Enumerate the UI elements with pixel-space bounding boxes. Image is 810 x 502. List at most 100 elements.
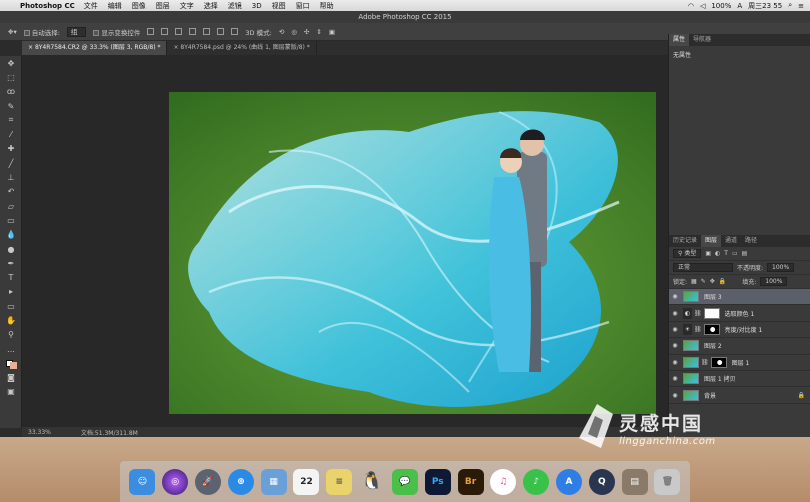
pen-tool-icon[interactable]: ✒ xyxy=(0,256,22,270)
search-icon[interactable]: ⌕ xyxy=(788,1,792,10)
photoshop-icon[interactable]: Ps xyxy=(424,468,451,495)
bridge-icon[interactable]: Br xyxy=(457,468,484,495)
eye-icon[interactable]: ◉ xyxy=(669,342,681,349)
marquee-tool-icon[interactable]: ⬚ xyxy=(0,70,22,84)
dodge-tool-icon[interactable]: ● xyxy=(0,242,22,256)
menu-edit[interactable]: 编辑 xyxy=(108,1,122,11)
preview-icon[interactable]: ▦ xyxy=(260,468,287,495)
calendar-icon[interactable]: 22 xyxy=(293,468,320,495)
healing-tool-icon[interactable]: ✚ xyxy=(0,142,22,156)
safari-icon[interactable]: ⊕ xyxy=(227,468,254,495)
eye-icon[interactable]: ◉ xyxy=(669,375,681,382)
eraser-tool-icon[interactable]: ▱ xyxy=(0,199,22,213)
finder-icon[interactable]: ☺ xyxy=(129,468,156,495)
tab-history[interactable]: 历史记录 xyxy=(669,235,701,247)
menu-view[interactable]: 视图 xyxy=(272,1,286,11)
show-transform-checkbox[interactable] xyxy=(93,29,100,36)
hand-tool-icon[interactable]: ✋ xyxy=(0,313,22,327)
layer-row[interactable]: ◉ 图层 2 xyxy=(669,338,810,355)
tab-paths[interactable]: 路径 xyxy=(741,235,761,247)
tab-document-2[interactable]: × 8Y4R7584.psd @ 24% (曲线 1, 图层蒙版/8) * xyxy=(167,41,317,55)
blend-mode-dropdown[interactable]: 正常 xyxy=(673,263,733,272)
scale3d-icon[interactable]: ▣ xyxy=(329,28,335,36)
align-right-icon[interactable] xyxy=(217,28,225,35)
menu-type[interactable]: 文字 xyxy=(180,1,194,11)
blur-tool-icon[interactable]: 💧 xyxy=(0,228,22,242)
clone-stamp-tool-icon[interactable]: ⊥ xyxy=(0,170,22,184)
menu-layer[interactable]: 图层 xyxy=(156,1,170,11)
menu-image[interactable]: 图像 xyxy=(132,1,146,11)
app-name-menu[interactable]: Photoshop CC xyxy=(20,2,75,10)
appstore-icon[interactable]: A xyxy=(555,468,582,495)
itunes-icon[interactable]: ♫ xyxy=(490,468,517,495)
canvas-area[interactable] xyxy=(22,55,668,429)
fill-input[interactable]: 100% xyxy=(760,277,788,286)
auto-select-checkbox[interactable] xyxy=(23,29,30,36)
tab-channels[interactable]: 通道 xyxy=(721,235,741,247)
crop-tool-icon[interactable]: ⌗ xyxy=(0,113,22,127)
input-method-icon[interactable]: A xyxy=(737,2,742,10)
slide3d-icon[interactable]: ⇕ xyxy=(316,28,321,36)
layer-row[interactable]: ◉ ☀ ⛓ 亮度/对比度 1 xyxy=(669,322,810,339)
trash-icon[interactable]: 🗑 xyxy=(654,468,681,495)
eye-icon[interactable]: ◉ xyxy=(669,359,681,366)
close-icon[interactable]: × xyxy=(28,44,35,51)
music-icon[interactable]: ♪ xyxy=(523,468,550,495)
menu-select[interactable]: 选择 xyxy=(204,1,218,11)
align-center-icon[interactable] xyxy=(203,28,211,35)
layer-row[interactable]: ◉ 图层 3 xyxy=(669,289,810,306)
screen-mode-icon[interactable]: ▣ xyxy=(0,385,22,399)
move-tool-icon[interactable]: ✥▾ xyxy=(8,28,17,36)
eye-icon[interactable]: ◉ xyxy=(669,310,681,317)
distribute-icon[interactable] xyxy=(231,28,239,35)
lock-position-icon[interactable]: ✥ xyxy=(710,278,715,285)
align-top-icon[interactable] xyxy=(147,28,155,35)
photos-stack-icon[interactable]: ▤ xyxy=(621,468,648,495)
menu-window[interactable]: 窗口 xyxy=(296,1,310,11)
auto-select-dropdown[interactable]: 组 xyxy=(66,26,87,37)
tab-layers[interactable]: 图层 xyxy=(701,235,722,247)
layer-filter-dropdown[interactable]: ⚲ 类型 xyxy=(673,249,702,258)
lock-transparency-icon[interactable]: ▦ xyxy=(691,278,697,285)
opacity-input[interactable]: 100% xyxy=(767,263,795,272)
lasso-tool-icon[interactable]: ꝏ xyxy=(0,85,22,99)
wechat-icon[interactable]: 💬 xyxy=(391,468,418,495)
eyedropper-tool-icon[interactable]: ⁄ xyxy=(0,127,22,141)
launchpad-icon[interactable]: 🚀 xyxy=(195,468,222,495)
eye-icon[interactable]: ◉ xyxy=(669,392,681,399)
rotate3d-icon[interactable]: ⟲ xyxy=(279,28,284,36)
filter-pixel-icon[interactable]: ▣ xyxy=(705,250,711,257)
align-middle-icon[interactable] xyxy=(161,28,169,35)
path-select-tool-icon[interactable]: ▸ xyxy=(0,285,22,299)
document-image[interactable] xyxy=(169,92,656,414)
eye-icon[interactable]: ◉ xyxy=(669,293,681,300)
auto-select-toggle[interactable]: 自动选择: xyxy=(23,27,60,37)
menu-3d[interactable]: 3D xyxy=(252,2,262,10)
tab-properties[interactable]: 属性 xyxy=(669,34,690,46)
brush-tool-icon[interactable]: ╱ xyxy=(0,156,22,170)
quicktime-icon[interactable]: Q xyxy=(588,468,615,495)
zoom-tool-icon[interactable]: ⚲ xyxy=(0,328,22,342)
clock[interactable]: 周三23 55 xyxy=(748,1,782,11)
history-brush-tool-icon[interactable]: ↶ xyxy=(0,185,22,199)
document-size[interactable]: 文档:51.3M/311.8M xyxy=(81,428,138,437)
filter-adjust-icon[interactable]: ◐ xyxy=(715,250,720,257)
volume-icon[interactable]: ◁ xyxy=(700,2,705,10)
zoom-level[interactable]: 33.33% xyxy=(28,429,51,436)
siri-icon[interactable]: ◎ xyxy=(162,468,189,495)
filter-shape-icon[interactable]: ▭ xyxy=(732,250,738,257)
menu-file[interactable]: 文件 xyxy=(84,1,98,11)
layer-row[interactable]: ◉ ◐ ⛓ 选取颜色 1 xyxy=(669,305,810,322)
notification-icon[interactable]: ≡ xyxy=(798,2,804,10)
lock-pixels-icon[interactable]: ✎ xyxy=(701,278,706,285)
shape-tool-icon[interactable]: ▭ xyxy=(0,299,22,313)
align-left-icon[interactable] xyxy=(189,28,197,35)
lock-all-icon[interactable]: 🔒 xyxy=(719,278,726,285)
qq-icon[interactable]: 🐧 xyxy=(359,469,385,495)
align-bottom-icon[interactable] xyxy=(175,28,183,35)
move-tool-icon[interactable]: ✥ xyxy=(0,56,22,70)
show-transform-toggle[interactable]: 显示变换控件 xyxy=(93,27,140,37)
edit-toolbar-icon[interactable]: … xyxy=(0,342,22,356)
menu-filter[interactable]: 滤镜 xyxy=(228,1,242,11)
battery-percent[interactable]: 100% xyxy=(711,2,731,10)
